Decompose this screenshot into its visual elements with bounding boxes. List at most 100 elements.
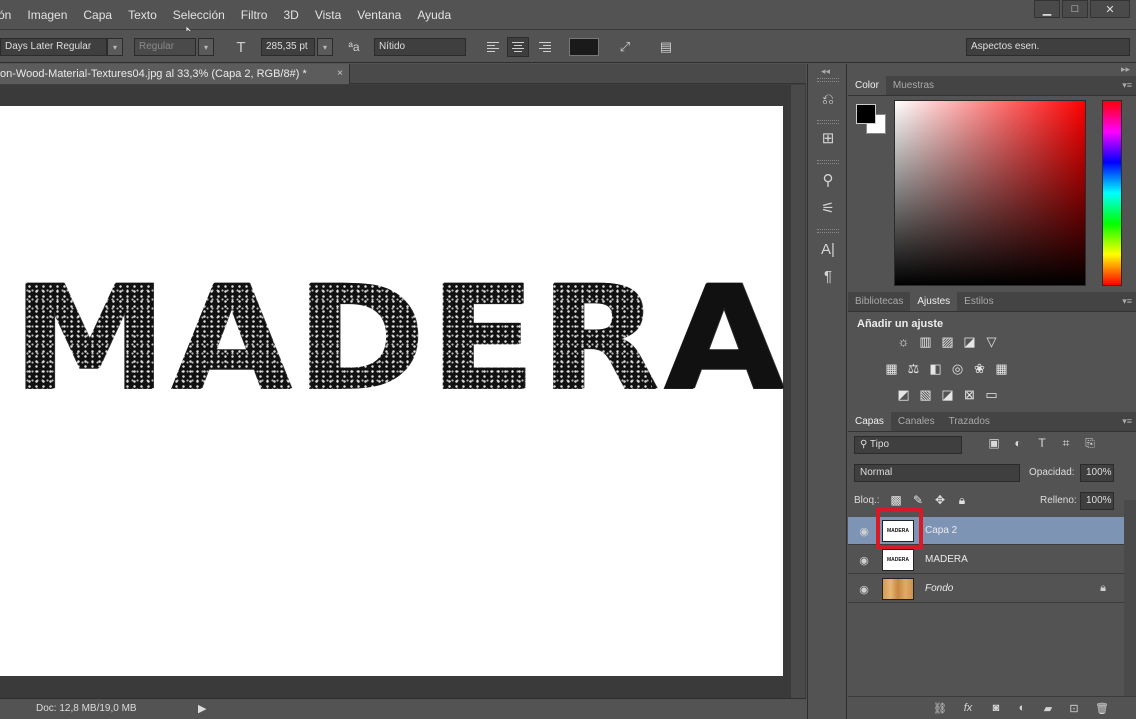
dock-grip[interactable] <box>817 78 839 82</box>
filter-type-icon[interactable]: T <box>1034 435 1050 451</box>
character-icon[interactable]: A| <box>818 239 838 259</box>
dock-collapse-icon[interactable]: ◂◂ <box>821 66 830 77</box>
delete-layer-icon[interactable]: 🗑︎ <box>1094 701 1110 715</box>
foreground-color-swatch[interactable] <box>856 104 876 124</box>
layer-thumbnail[interactable]: MADERA <box>882 549 914 571</box>
channel-mixer-icon[interactable]: ❀ <box>971 361 988 376</box>
layer-thumbnail[interactable]: MADERA <box>882 520 914 542</box>
layer-name[interactable]: Capa 2 <box>925 525 957 536</box>
menu-item-texto[interactable]: Texto <box>120 0 165 30</box>
new-adjustment-layer-icon[interactable]: ◐ <box>1014 701 1030 715</box>
filter-adjustment-icon[interactable]: ◐ <box>1010 435 1026 451</box>
layer-name[interactable]: MADERA <box>925 554 968 565</box>
threshold-icon[interactable]: ◪ <box>939 387 956 402</box>
canvas-scrollbar[interactable] <box>791 85 805 698</box>
layer-row-capa-2[interactable]: ◉ MADERA Capa 2 <box>848 517 1124 545</box>
font-style-select[interactable]: Regular <box>134 38 196 56</box>
tab-swatches[interactable]: Muestras <box>886 76 941 95</box>
font-size-select[interactable]: 285,35 pt <box>261 38 315 56</box>
document-tab[interactable]: on-Wood-Material-Textures04.jpg al 33,3%… <box>0 64 350 84</box>
minimize-button[interactable]: ▁ <box>1034 0 1060 18</box>
layer-style-icon[interactable]: fx <box>960 701 976 715</box>
document-size-info[interactable]: Doc: 12,8 MB/19,0 MB <box>36 703 137 714</box>
properties-icon[interactable]: ⊞ <box>818 128 838 148</box>
dock-grip[interactable] <box>817 160 839 164</box>
layer-thumbnail[interactable] <box>882 578 914 600</box>
panel-menu-icon[interactable]: ▾≡ <box>1122 296 1132 307</box>
brush-presets-icon[interactable]: ⚲ <box>818 170 838 190</box>
opacity-input[interactable]: 100% <box>1080 464 1114 482</box>
visibility-eye-icon[interactable]: ◉ <box>857 582 871 596</box>
add-mask-icon[interactable]: ◙ <box>988 701 1004 715</box>
invert-icon[interactable]: ◩ <box>895 387 912 402</box>
lock-pixels-icon[interactable]: ✎ <box>910 492 926 508</box>
fill-input[interactable]: 100% <box>1080 492 1114 510</box>
layer-filter-select[interactable]: ⚲ Tipo <box>854 436 962 454</box>
panel-menu-icon[interactable]: ▾≡ <box>1122 416 1132 427</box>
warp-text-icon[interactable]: ⤢ <box>615 38 635 56</box>
tab-paths[interactable]: Trazados <box>942 412 997 431</box>
photo-filter-icon[interactable]: ◎ <box>949 361 966 376</box>
levels-icon[interactable]: ▥ <box>917 334 934 349</box>
tab-styles[interactable]: Estilos <box>957 292 1000 311</box>
layer-name[interactable]: Fondo <box>925 583 953 594</box>
layer-row-madera[interactable]: ◉ MADERA MADERA <box>848 546 1124 574</box>
status-menu-icon[interactable]: ▶ <box>198 702 206 715</box>
menu-item-ayuda[interactable]: Ayuda <box>409 0 459 30</box>
menu-item-3d[interactable]: 3D <box>275 0 306 30</box>
menu-item-filtro[interactable]: Filtro <box>233 0 276 30</box>
antialias-select[interactable]: Nítido <box>374 38 466 56</box>
menu-item-capa[interactable]: Capa <box>75 0 120 30</box>
new-group-icon[interactable]: ▰ <box>1040 701 1056 715</box>
tab-adjustments[interactable]: Ajustes <box>910 292 958 311</box>
dock-grip[interactable] <box>817 120 839 124</box>
panel-menu-icon[interactable]: ▾≡ <box>1122 80 1132 91</box>
new-layer-icon[interactable]: ⊡ <box>1066 701 1082 715</box>
character-panel-icon[interactable]: ▤ <box>656 38 676 56</box>
paragraph-icon[interactable]: ¶ <box>818 266 838 286</box>
color-lookup-icon[interactable]: ▦ <box>993 361 1010 376</box>
blend-mode-select[interactable]: Normal <box>854 464 1020 482</box>
maximize-button[interactable]: □ <box>1062 0 1088 18</box>
hue-slider[interactable] <box>1102 100 1122 286</box>
panels-collapse-icon[interactable]: ▸▸ <box>1121 64 1130 75</box>
menu-item-selection-partial[interactable]: ón <box>0 0 19 30</box>
link-layers-icon[interactable]: ⛓ <box>932 701 948 715</box>
brightness-icon[interactable]: ☼ <box>895 334 912 349</box>
workspace-select[interactable]: Aspectos esen. <box>966 38 1130 56</box>
menu-item-seleccion[interactable]: Selección <box>165 0 233 30</box>
gradient-map-icon[interactable]: ▭ <box>983 387 1000 402</box>
visibility-eye-icon[interactable]: ◉ <box>857 524 871 538</box>
filter-pixel-icon[interactable]: ▣ <box>986 435 1002 451</box>
menu-item-vista[interactable]: Vista <box>307 0 349 30</box>
close-button[interactable]: ✕ <box>1090 0 1130 18</box>
font-size-arrow-icon[interactable]: ▾ <box>317 38 333 56</box>
align-right-button[interactable] <box>534 37 556 57</box>
hue-saturation-icon[interactable]: ▦ <box>883 361 900 376</box>
exposure-icon[interactable]: ◪ <box>961 334 978 349</box>
selective-color-icon[interactable]: ⊠ <box>961 387 978 402</box>
history-icon[interactable]: ⎌ <box>818 89 838 109</box>
color-balance-icon[interactable]: ⚖ <box>905 361 922 376</box>
lock-position-icon[interactable]: ✥ <box>932 492 948 508</box>
lock-all-icon[interactable]: 🔒︎ <box>954 492 970 508</box>
curves-icon[interactable]: ▨ <box>939 334 956 349</box>
layer-row-fondo[interactable]: ◉ Fondo 🔒︎ <box>848 575 1124 603</box>
align-center-button[interactable] <box>507 37 529 57</box>
menu-item-ventana[interactable]: Ventana <box>349 0 409 30</box>
tab-libraries[interactable]: Bibliotecas <box>848 292 910 311</box>
color-picker-field[interactable] <box>894 100 1086 286</box>
align-left-button[interactable] <box>482 37 504 57</box>
posterize-icon[interactable]: ▧ <box>917 387 934 402</box>
font-style-arrow-icon[interactable]: ▾ <box>198 38 214 56</box>
tab-layers[interactable]: Capas <box>848 412 891 431</box>
close-tab-icon[interactable]: × <box>337 64 343 84</box>
brush-settings-icon[interactable]: ⚟ <box>818 198 838 218</box>
lock-transparency-icon[interactable]: ▩ <box>888 492 904 508</box>
dock-grip[interactable] <box>817 229 839 233</box>
font-family-arrow-icon[interactable]: ▾ <box>107 38 123 56</box>
tab-color[interactable]: Color <box>848 76 886 95</box>
vibrance-icon[interactable]: ▽ <box>983 334 1000 349</box>
canvas[interactable]: MADERA <box>0 106 785 676</box>
tab-channels[interactable]: Canales <box>891 412 942 431</box>
